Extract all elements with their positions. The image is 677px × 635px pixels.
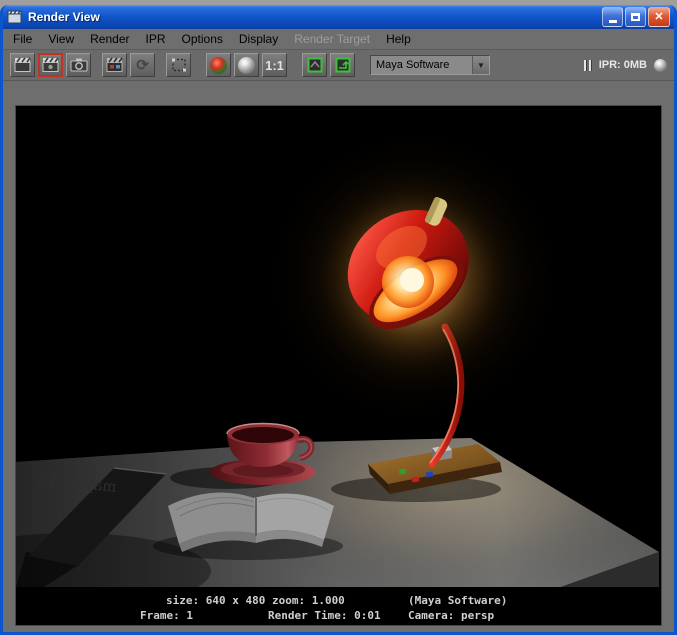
real-size-button[interactable]: 1:1 — [262, 53, 287, 77]
ipr-render-button[interactable] — [102, 53, 127, 77]
ipr-clapperboard-icon — [106, 57, 123, 72]
menu-options[interactable]: Options — [174, 30, 231, 48]
close-icon: ✕ — [654, 10, 664, 23]
status-render-time: Render Time: 0:01 — [268, 609, 381, 622]
real-size-label: 1:1 — [265, 57, 284, 73]
minimize-icon — [608, 20, 617, 23]
status-size-zoom: size: 640 x 480 zoom: 1.000 — [166, 594, 345, 607]
menu-ipr[interactable]: IPR — [138, 30, 174, 48]
minimize-button[interactable] — [602, 7, 623, 27]
chevron-down-icon: ▼ — [472, 56, 489, 74]
menu-file[interactable]: File — [5, 30, 40, 48]
ipr-memory-label: IPR: 0MB — [598, 59, 647, 71]
render-current-frame-button[interactable] — [10, 53, 35, 77]
refresh-icon: ⟳ — [136, 57, 149, 74]
snapshot-button[interactable] — [66, 53, 91, 77]
ipr-indicator-icon — [654, 58, 667, 72]
render-panel[interactable]: maya2012 size: 640 x 480 zoom: 1.000 (Ma… — [0, 105, 662, 626]
region-marquee-icon — [171, 58, 186, 72]
maximize-icon — [631, 13, 640, 21]
clapperboard-icon — [42, 57, 59, 72]
color-management-button[interactable] — [330, 53, 355, 77]
menu-bar: File View Render IPR Options Display Ren… — [3, 29, 674, 50]
alpha-sphere-icon — [238, 56, 255, 74]
window-icon — [7, 10, 23, 24]
title-bar[interactable]: Render View ✕ — [3, 5, 674, 29]
pause-ipr-button[interactable] — [583, 59, 592, 71]
status-renderer: (Maya Software) — [408, 594, 508, 607]
render-status-bar: size: 640 x 480 zoom: 1.000 (Maya Softwa… — [16, 592, 661, 625]
pause-icon — [583, 59, 587, 71]
exposure-toggle-button[interactable] — [302, 53, 327, 77]
render-view-window: Render View ✕ File View Render IPR Optio… — [0, 5, 677, 635]
close-button[interactable]: ✕ — [648, 7, 670, 27]
renderer-dropdown-value: Maya Software — [376, 59, 450, 71]
status-camera: Camera: persp — [408, 609, 495, 622]
redo-previous-ipr-render-button[interactable]: ⟳ — [130, 53, 155, 77]
render-view-content: maya2012 size: 640 x 480 zoom: 1.000 (Ma… — [0, 81, 674, 631]
maximize-button[interactable] — [625, 7, 646, 27]
color-management-icon — [335, 57, 350, 73]
status-frame: Frame: 1 — [140, 609, 193, 622]
clapperboard-icon — [14, 57, 31, 72]
alpha-channel-button[interactable] — [234, 53, 259, 77]
menu-view[interactable]: View — [40, 30, 82, 48]
render-region-button[interactable] — [166, 53, 191, 77]
menu-render-target: Render Target — [294, 32, 371, 46]
toolbar: ⟳ 1:1 Maya Software ▼ IPR: 0MB — [3, 50, 674, 81]
rendered-image: maya2012 — [0, 106, 661, 609]
window-title: Render View — [28, 10, 100, 24]
menu-display[interactable]: Display — [231, 30, 286, 48]
rgb-channels-button[interactable] — [206, 53, 231, 77]
menu-render[interactable]: Render — [82, 30, 137, 48]
exposure-icon — [307, 57, 322, 73]
menu-help[interactable]: Help — [378, 30, 419, 48]
renderer-dropdown[interactable]: Maya Software ▼ — [370, 55, 490, 75]
redo-previous-render-button[interactable] — [38, 53, 63, 77]
rgb-sphere-icon — [210, 56, 227, 74]
camera-icon — [70, 58, 87, 72]
